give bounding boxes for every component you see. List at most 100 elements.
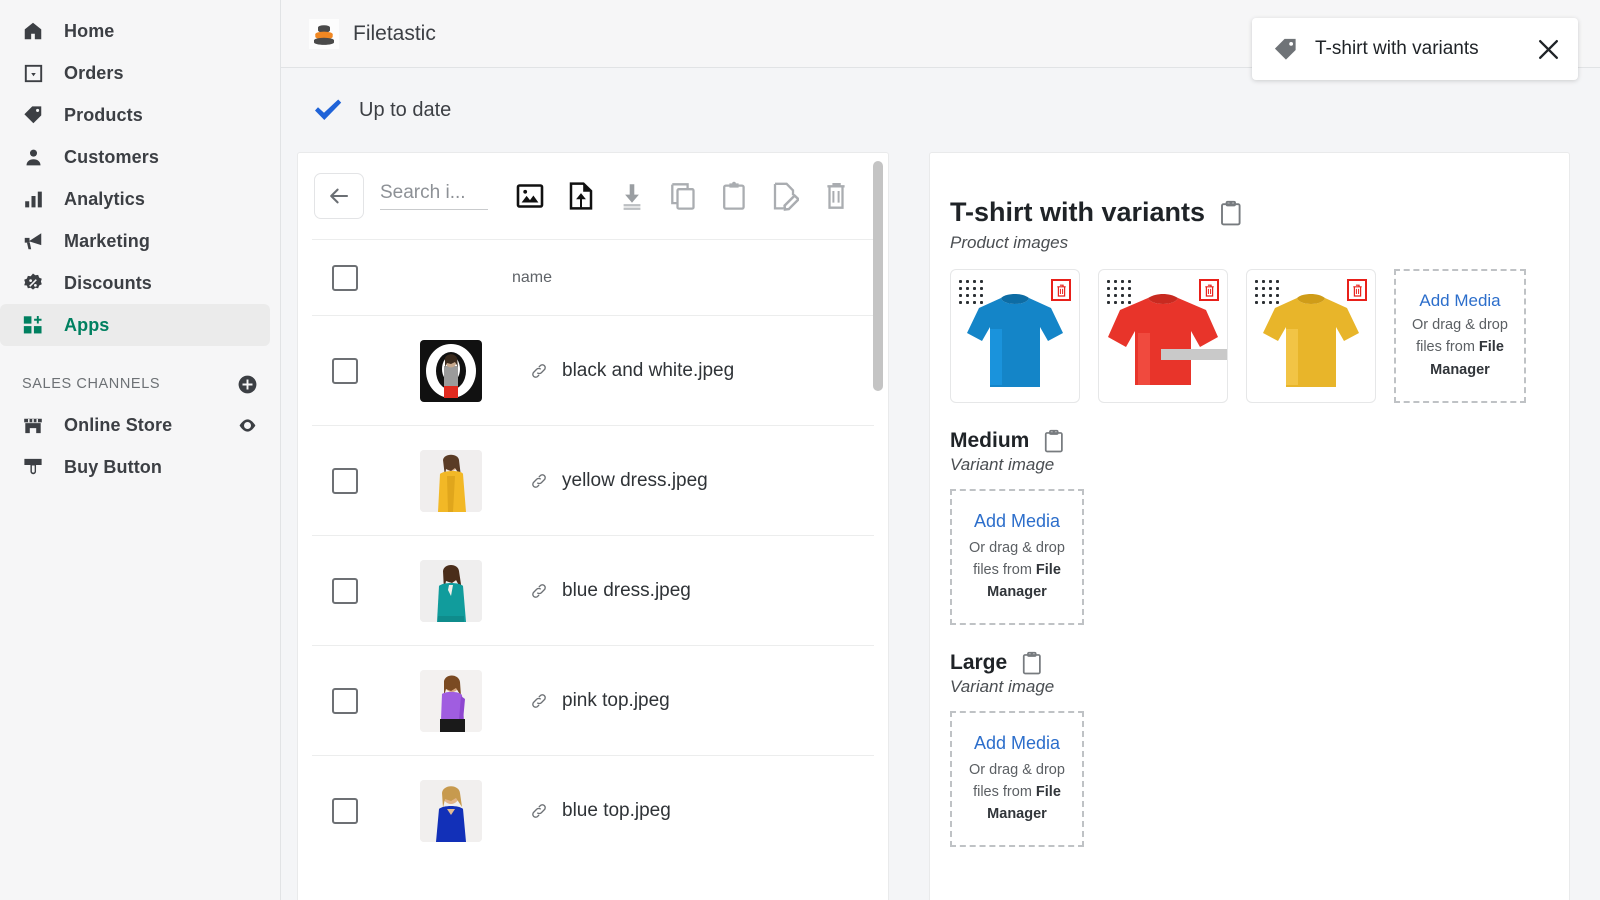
orders-inbox-icon xyxy=(22,62,44,84)
row-select-cell xyxy=(312,688,420,714)
layer-stack-icon xyxy=(309,19,339,49)
sidebar-item-label: Buy Button xyxy=(64,457,162,478)
variant-subtitle: Variant image xyxy=(950,677,1543,697)
back-button[interactable] xyxy=(314,173,364,219)
row-checkbox[interactable] xyxy=(332,358,358,384)
arrow-left-icon xyxy=(327,184,351,208)
add-media-link[interactable]: Add Media xyxy=(974,511,1060,532)
add-media-link[interactable]: Add Media xyxy=(1419,291,1500,311)
sidebar-item-buy-button[interactable]: Buy Button xyxy=(0,446,280,488)
link-icon xyxy=(530,362,548,380)
row-thumbnail-cell xyxy=(420,560,530,622)
download-icon[interactable] xyxy=(612,175,652,217)
row-name-cell: blue dress.jpeg xyxy=(530,580,874,602)
plus-circle-icon[interactable] xyxy=(237,374,258,395)
table-row[interactable]: blue dress.jpeg xyxy=(312,535,874,645)
app-name: Filetastic xyxy=(353,22,436,46)
file-thumbnail xyxy=(420,450,482,512)
variant-add-media-dropzone[interactable]: Add Media Or drag & drop files from File… xyxy=(950,489,1084,625)
add-media-dropzone[interactable]: Add Media Or drag & drop files from File… xyxy=(1394,269,1526,403)
sidebar-item-home[interactable]: Home xyxy=(0,10,280,52)
dropzone-hint-line1: Or drag & drop xyxy=(969,540,1065,556)
sidebar-item-marketing[interactable]: Marketing xyxy=(0,220,280,262)
search-input[interactable] xyxy=(380,182,488,204)
row-name-cell: pink top.jpeg xyxy=(530,690,874,712)
variant-subtitle: Variant image xyxy=(950,455,1543,475)
variant-add-media-dropzone[interactable]: Add Media Or drag & drop files from File… xyxy=(950,711,1084,847)
row-checkbox[interactable] xyxy=(332,578,358,604)
row-select-cell xyxy=(312,798,420,824)
product-image-tile[interactable] xyxy=(950,269,1080,403)
row-checkbox[interactable] xyxy=(332,688,358,714)
product-subtitle: Product images xyxy=(950,233,1543,253)
dropzone-hint-bold-file: File xyxy=(1479,339,1504,355)
status-text: Up to date xyxy=(359,99,451,122)
clipboard-icon[interactable] xyxy=(1219,200,1243,226)
dropzone-hint-line1: Or drag & drop xyxy=(969,762,1065,778)
file-tool-buttons xyxy=(510,175,856,217)
row-thumbnail-cell xyxy=(420,340,530,402)
table-row[interactable]: yellow dress.jpeg xyxy=(312,425,874,535)
eye-icon[interactable] xyxy=(237,415,258,436)
sidebar-item-label: Products xyxy=(64,105,143,126)
tag-icon xyxy=(1272,36,1299,63)
sidebar-item-discounts[interactable]: Discounts xyxy=(0,262,280,304)
clipboard-icon[interactable] xyxy=(1043,429,1065,453)
dropzone-hint-line2: files from xyxy=(1416,339,1479,355)
check-icon xyxy=(313,97,343,123)
sidebar-item-analytics[interactable]: Analytics xyxy=(0,178,280,220)
product-image-tile[interactable] xyxy=(1246,269,1376,403)
row-checkbox[interactable] xyxy=(332,798,358,824)
column-header-name: name xyxy=(420,269,874,287)
copy-icon[interactable] xyxy=(663,175,703,217)
file-toolbar xyxy=(298,153,888,239)
trash-icon[interactable] xyxy=(816,175,856,217)
bar-chart-icon xyxy=(22,188,44,210)
table-row[interactable]: blue top.jpeg xyxy=(312,755,874,865)
search-field-wrapper[interactable] xyxy=(380,182,488,210)
dropzone-hint: Or drag & drop files from File Manager xyxy=(969,537,1065,603)
dropzone-hint: Or drag & drop files from File Manager xyxy=(969,759,1065,825)
variant-title-row: Large xyxy=(950,651,1543,675)
product-images-row: Add Media Or drag & drop files from File… xyxy=(950,269,1543,403)
table-row[interactable]: pink top.jpeg xyxy=(312,645,874,755)
row-name-cell: blue top.jpeg xyxy=(530,800,874,822)
row-checkbox[interactable] xyxy=(332,468,358,494)
file-name: blue dress.jpeg xyxy=(562,580,691,602)
close-icon[interactable] xyxy=(1535,36,1562,63)
sidebar-item-apps[interactable]: Apps xyxy=(0,304,270,346)
row-thumbnail-cell xyxy=(420,670,530,732)
file-list-scrollbar-thumb[interactable] xyxy=(873,161,883,391)
file-thumbnail xyxy=(420,670,482,732)
sidebar-item-label: Customers xyxy=(64,147,159,168)
tshirt-image xyxy=(1255,289,1367,400)
rename-file-icon[interactable] xyxy=(765,175,805,217)
file-name: yellow dress.jpeg xyxy=(562,470,708,492)
sidebar-item-label: Apps xyxy=(64,315,109,336)
product-detail-card: T-shirt with variants Product images xyxy=(929,152,1570,900)
sidebar-item-customers[interactable]: Customers xyxy=(0,136,280,178)
variant-section: Medium Variant image Add Media Or drag &… xyxy=(950,429,1543,625)
variant-section: Large Variant image Add Media Or drag & … xyxy=(950,651,1543,847)
dropzone-hint-line1: Or drag & drop xyxy=(1412,317,1508,333)
image-icon[interactable] xyxy=(510,175,550,217)
clipboard-icon[interactable] xyxy=(1021,651,1043,675)
file-list-scrollbar[interactable] xyxy=(870,161,886,391)
add-media-link[interactable]: Add Media xyxy=(974,733,1060,754)
dropzone-hint-bold-manager: Manager xyxy=(987,584,1047,600)
select-all-checkbox[interactable] xyxy=(332,265,358,291)
dropzone-hint-line2: files from xyxy=(973,784,1036,800)
link-icon xyxy=(530,692,548,710)
table-row[interactable]: black and white.jpeg xyxy=(312,315,874,425)
file-upload-icon[interactable] xyxy=(561,175,601,217)
paste-clipboard-icon[interactable] xyxy=(714,175,754,217)
row-thumbnail-cell xyxy=(420,450,530,512)
sidebar-item-orders[interactable]: Orders xyxy=(0,52,280,94)
sidebar-item-label: Analytics xyxy=(64,189,145,210)
file-thumbnail xyxy=(420,340,482,402)
sidebar-item-label: Home xyxy=(64,21,114,42)
sales-channels-title: SALES CHANNELS xyxy=(22,376,160,392)
product-image-tile[interactable] xyxy=(1098,269,1228,403)
sidebar-item-products[interactable]: Products xyxy=(0,94,280,136)
sidebar-item-online-store[interactable]: Online Store xyxy=(0,404,280,446)
